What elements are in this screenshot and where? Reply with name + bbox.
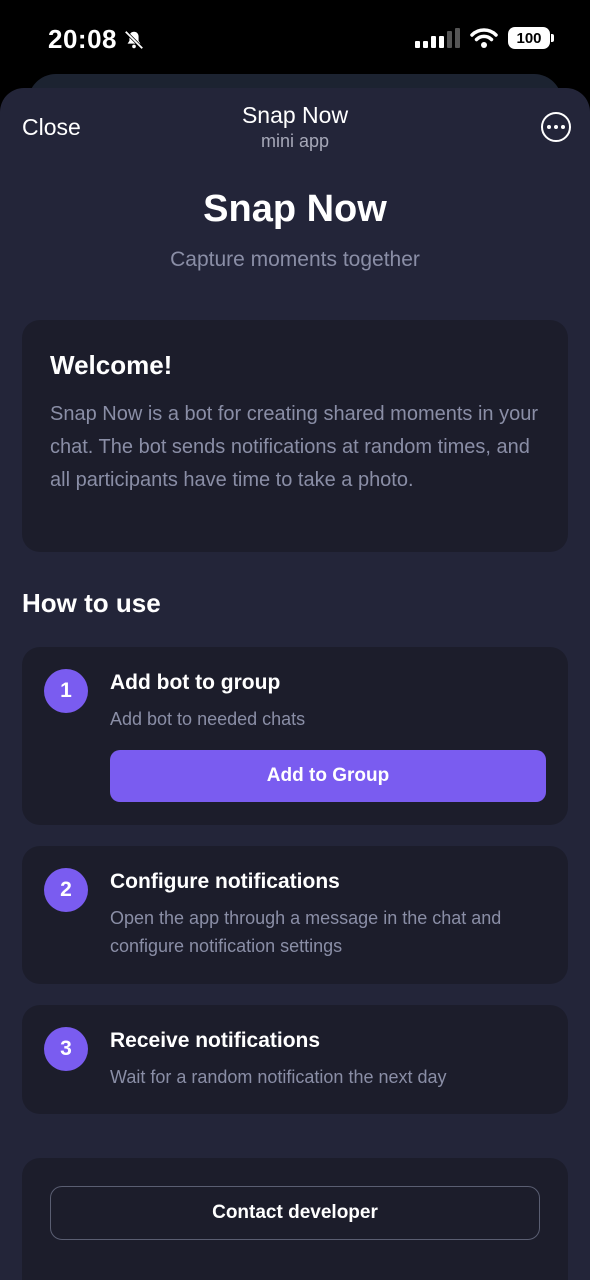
add-to-group-button[interactable]: Add to Group (110, 750, 546, 802)
welcome-title: Welcome! (50, 350, 173, 380)
step-number-badge: 3 (44, 1027, 88, 1071)
app-title: Snap Now (203, 188, 387, 230)
header-subtitle: mini app (260, 131, 330, 151)
step-description: Wait for a random notification the next … (110, 1067, 447, 1087)
step-title: Receive notifications (110, 1029, 321, 1052)
sheet-header: Close Snap Now mini app (0, 88, 590, 168)
step-description: Add bot to needed chats (110, 709, 306, 729)
more-options-icon[interactable] (541, 112, 571, 142)
step-card-1: 1 Add bot to group Add bot to needed cha… (22, 647, 568, 825)
wifi-icon (470, 28, 498, 48)
status-indicators: 100 (415, 27, 554, 49)
step-description: Open the app through a message in the ch… (110, 908, 502, 956)
status-bar: 20:08 100 (0, 0, 590, 80)
contact-developer-button[interactable]: Contact developer (50, 1186, 540, 1240)
status-time: 20:08 (48, 24, 145, 55)
step-card-2: 2 Configure notifications Open the app t… (22, 846, 568, 984)
welcome-card: Welcome! Snap Now is a bot for creating … (22, 320, 568, 552)
step-title: Configure notifications (110, 870, 340, 893)
battery-level: 100 (516, 29, 542, 47)
cellular-signal-icon (415, 28, 460, 48)
header-title: Snap Now (241, 102, 349, 128)
welcome-body: Snap Now is a bot for creating shared mo… (50, 403, 539, 491)
status-time-text: 20:08 (48, 24, 117, 54)
how-to-use-title: How to use (22, 588, 161, 618)
step-number-badge: 2 (44, 868, 88, 912)
footer-card: Contact developer (22, 1158, 568, 1280)
mini-app-sheet: Close Snap Now mini app Snap Now Capture… (0, 88, 590, 1280)
step-number-badge: 1 (44, 669, 88, 713)
step-title: Add bot to group (110, 671, 281, 694)
step-card-3: 3 Receive notifications Wait for a rando… (22, 1005, 568, 1114)
battery-icon: 100 (508, 27, 554, 49)
app-tagline: Capture moments together (170, 248, 420, 271)
bell-slash-icon (124, 30, 144, 49)
